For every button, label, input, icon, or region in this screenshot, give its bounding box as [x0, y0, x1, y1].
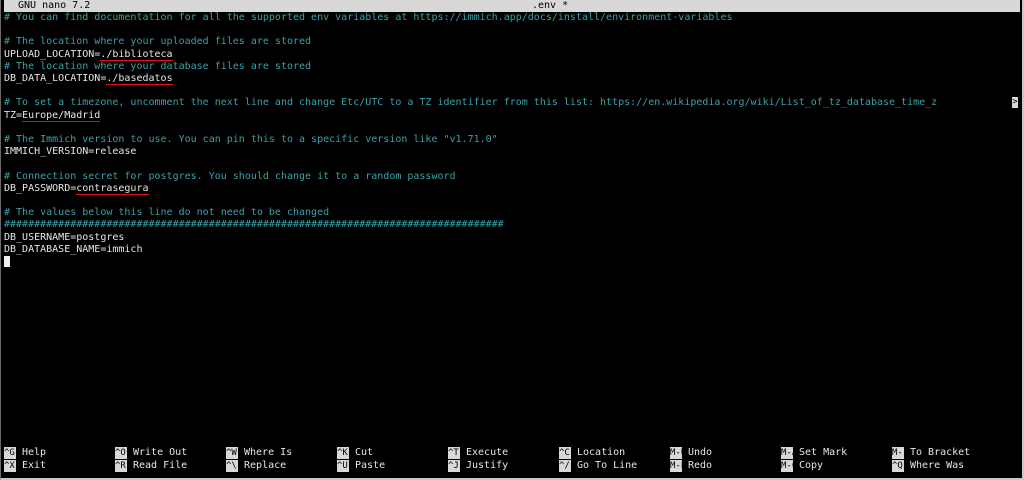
- shortcut-where-was[interactable]: ^Q Where Was: [892, 459, 965, 472]
- comment-line: # The values below this line do not need…: [4, 207, 330, 219]
- shortcut-redo[interactable]: M-E Redo: [670, 459, 713, 472]
- config-line: DB_DATABASE_NAME=immich: [4, 243, 143, 255]
- shortcut-label: Write Out: [133, 447, 188, 458]
- shortcut-key: M-U: [670, 447, 687, 459]
- shortcut-label: Go To Line: [577, 459, 638, 471]
- shortcut-paste[interactable]: ^U Paste: [337, 459, 386, 472]
- app-name: GNU nano 7.2: [18, 0, 91, 11]
- shortcut-label: To Bracket: [910, 447, 971, 458]
- config-line: DB_PASSWORD=contrasegura: [4, 182, 149, 195]
- shortcut-key: ^W: [226, 447, 238, 459]
- shortcut-label: Set Mark: [799, 447, 848, 458]
- shortcut-label: Read File: [133, 459, 188, 471]
- shortcut-help[interactable]: ^G Help: [4, 447, 46, 459]
- config-line: IMMICH_VERSION=release: [4, 146, 137, 158]
- shortcut-key: ^T: [448, 447, 460, 459]
- config-line: DB_USERNAME=postgres: [4, 231, 125, 243]
- config-key: DB_DATA_LOCATION=: [4, 73, 107, 84]
- comment-line: # The location where your uploaded files…: [4, 36, 312, 48]
- shortcut-key: ^/: [559, 459, 571, 472]
- config-line: TZ=Europe/Madrid: [4, 109, 101, 122]
- shortcut-key: ^R: [115, 459, 127, 472]
- comment-line: # The Immich version to use. You can pin…: [4, 134, 498, 145]
- shortcut-label: Where Is: [244, 447, 293, 458]
- shortcut-bar: ^G Help ^X Exit ^O Write Out ^R Read File ^W Wher…: [4, 447, 1020, 475]
- shortcut-exit[interactable]: ^X Exit: [4, 459, 47, 472]
- file-name: .env *: [532, 0, 569, 11]
- config-value: ./biblioteca: [100, 48, 173, 61]
- shortcut-key: ^\: [226, 459, 238, 472]
- editor-text-area[interactable]: # You can find documentation for all the…: [4, 12, 1022, 312]
- shortcut-to-bracket[interactable]: M-] To Bracket: [892, 447, 970, 459]
- shortcut-label: Justify: [466, 459, 509, 471]
- shortcut-key: ^U: [337, 459, 349, 472]
- comment-line: # The location where your database files…: [4, 60, 312, 72]
- comment-line: # To set a timezone, uncomment the next …: [4, 97, 1018, 109]
- shortcut-key: ^Q: [892, 459, 904, 472]
- shortcut-key: ^O: [115, 447, 127, 459]
- shortcut-key: ^J: [448, 459, 460, 472]
- config-key: TZ=: [4, 109, 23, 121]
- shortcut-label: Exit: [22, 459, 47, 471]
- shortcut-label: Copy: [799, 459, 824, 471]
- shortcut-set-mark[interactable]: M-A Set Mark: [781, 447, 847, 459]
- config-value: ./basedatos: [106, 73, 173, 85]
- shortcut-key: ^X: [4, 459, 16, 472]
- shortcut-label: Help: [22, 447, 47, 458]
- config-key: DB_PASSWORD=: [4, 182, 77, 194]
- shortcut-go-to-line[interactable]: ^/ Go To Line: [559, 459, 638, 472]
- nano-terminal-window: GNU nano 7.2 .env * # You can find docum…: [0, 0, 1024, 480]
- shortcut-read-file[interactable]: ^R Read File: [115, 459, 188, 472]
- shortcut-key: M-]: [892, 447, 909, 459]
- shortcut-where-is[interactable]: ^W Where Is: [226, 447, 292, 459]
- shortcut-undo[interactable]: M-U Undo: [670, 447, 712, 459]
- shortcut-cut[interactable]: ^K Cut: [337, 447, 373, 459]
- config-value: Europe/Madrid: [22, 109, 101, 122]
- comment-line: # Connection secret for postgres. You sh…: [4, 170, 456, 182]
- shortcut-label: Paste: [355, 459, 386, 471]
- shortcut-label: Execute: [466, 447, 509, 458]
- shortcut-label: Undo: [688, 447, 713, 458]
- shortcut-label: Redo: [688, 459, 713, 471]
- shortcut-location[interactable]: ^C Location: [559, 447, 625, 459]
- shortcut-label: Replace: [244, 459, 287, 471]
- config-key: UPLOAD_LOCATION=: [4, 48, 101, 60]
- shortcut-label: Location: [577, 447, 626, 458]
- shortcut-key: ^G: [4, 447, 16, 459]
- shortcut-execute[interactable]: ^T Execute: [448, 447, 508, 459]
- shortcut-key: M-E: [670, 459, 687, 472]
- shortcut-key: ^C: [559, 447, 571, 459]
- config-line: DB_DATA_LOCATION=./basedatos: [4, 73, 173, 85]
- shortcut-label: Cut: [355, 447, 374, 458]
- nano-title-bar: GNU nano 7.2 .env *: [4, 0, 1020, 12]
- config-value: contrasegura: [76, 182, 149, 195]
- shortcut-write-out[interactable]: ^O Write Out: [115, 447, 187, 459]
- shortcut-replace[interactable]: ^\ Replace: [226, 459, 287, 472]
- shortcut-key: ^K: [337, 447, 349, 459]
- comment-line: ########################################…: [4, 219, 504, 231]
- shortcut-key: M-A: [781, 447, 798, 459]
- line-overflow-indicator: >: [1012, 97, 1018, 109]
- text-cursor: [4, 256, 10, 267]
- shortcut-key: M-6: [781, 459, 798, 472]
- comment-line: # You can find documentation for all the…: [4, 12, 733, 23]
- shortcut-copy[interactable]: M-6 Copy: [781, 459, 824, 472]
- config-line: UPLOAD_LOCATION=./biblioteca: [4, 48, 173, 61]
- shortcut-justify[interactable]: ^J Justify: [448, 459, 509, 472]
- shortcut-label: Where Was: [910, 459, 965, 471]
